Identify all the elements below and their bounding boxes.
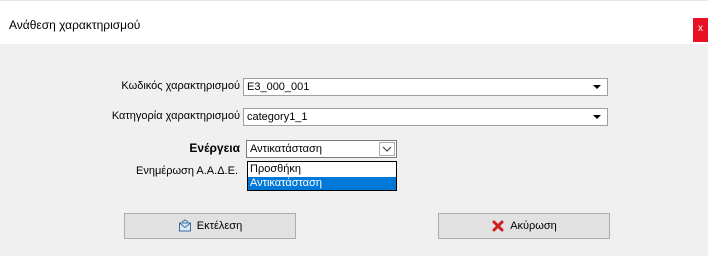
code-combobox[interactable]: E3_000_001 — [243, 78, 608, 96]
update-label: Ενημέρωση Α.Α.Δ.Ε. — [136, 165, 238, 177]
code-label: Κωδικός χαρακτηρισμού — [121, 80, 240, 92]
action-label: Ενέργεια — [189, 141, 240, 155]
category-label: Κατηγορία χαρακτηρισμού — [111, 110, 240, 122]
action-dropdown-button[interactable] — [379, 142, 395, 156]
cancel-x-icon — [492, 220, 504, 232]
code-value: E3_000_001 — [247, 81, 310, 93]
category-combobox[interactable]: category1_1 — [243, 108, 608, 126]
action-value: Αντικατάσταση — [250, 143, 322, 155]
chevron-down-icon — [382, 146, 392, 152]
chevron-down-icon[interactable] — [591, 111, 603, 123]
cancel-button[interactable]: Ακύρωση — [438, 213, 610, 239]
window-title: Ανάθεση χαρακτηρισμού — [9, 18, 141, 32]
title-bar: Ανάθεση χαρακτηρισμού x — [0, 0, 708, 45]
action-dropdown-list: Προσθήκη Αντικατάσταση — [247, 161, 397, 191]
dialog-body: Κωδικός χαρακτηρισμού E3_000_001 Κατηγορ… — [0, 44, 708, 256]
execute-button[interactable]: Εκτέλεση — [124, 213, 296, 239]
dropdown-option-replace[interactable]: Αντικατάσταση — [248, 177, 396, 190]
chevron-down-icon[interactable] — [591, 81, 603, 93]
close-button[interactable]: x — [693, 18, 708, 42]
close-icon: x — [698, 23, 703, 34]
dropdown-option-add[interactable]: Προσθήκη — [248, 163, 396, 176]
execute-label: Εκτέλεση — [196, 220, 243, 232]
category-value: category1_1 — [247, 111, 308, 123]
execute-envelope-icon — [178, 219, 191, 232]
cancel-label: Ακύρωση — [510, 220, 557, 232]
action-combobox[interactable]: Αντικατάσταση — [246, 140, 397, 158]
